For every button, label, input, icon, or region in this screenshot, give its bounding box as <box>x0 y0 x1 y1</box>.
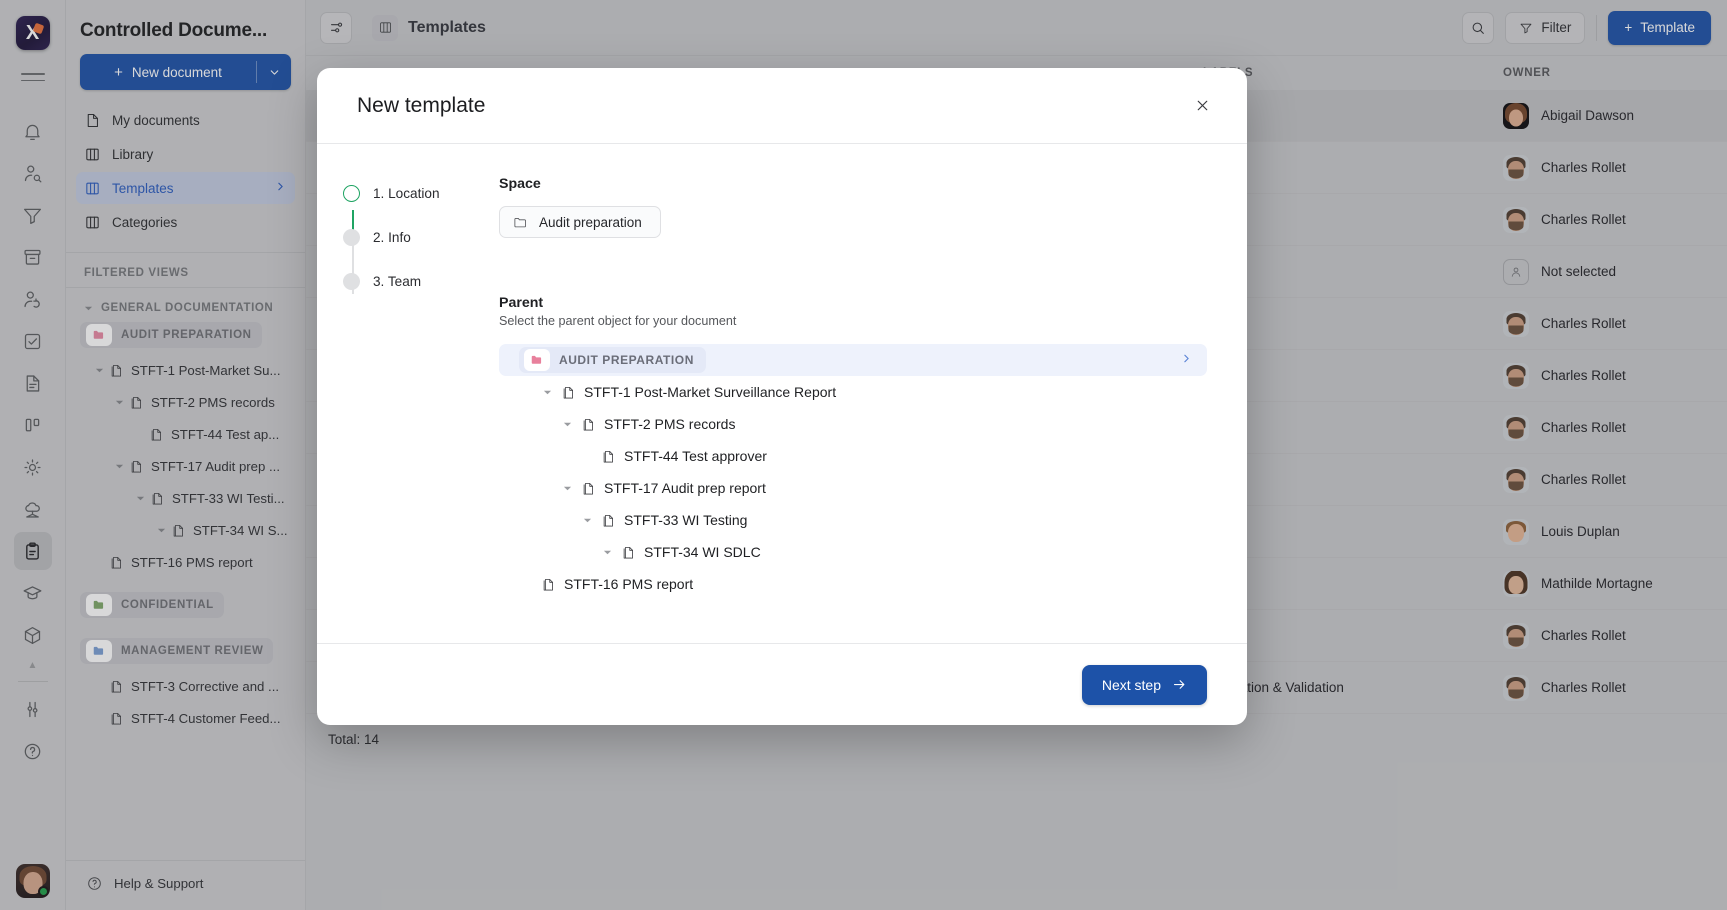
document-icon <box>597 449 619 464</box>
parent-tree-item-label: STFT-16 PMS report <box>564 576 693 592</box>
dialog-body: 1. Location 2. Info 3. Team Space Au <box>317 144 1247 643</box>
parent-tree-item[interactable]: STFT-17 Audit prep report <box>499 472 1207 504</box>
document-icon <box>577 481 599 496</box>
step-label: 2. Info <box>373 230 411 245</box>
document-icon <box>597 513 619 528</box>
document-icon <box>577 417 599 432</box>
step-dot <box>343 185 360 202</box>
parent-tree-item-label: STFT-44 Test approver <box>624 448 767 464</box>
caret-down-icon[interactable] <box>577 516 597 525</box>
step-dot <box>343 229 360 246</box>
caret-down-icon[interactable] <box>557 484 577 493</box>
parent-tree-item[interactable]: STFT-33 WI Testing <box>499 504 1207 536</box>
new-template-dialog: New template 1. Location 2. Info <box>317 68 1247 725</box>
next-step-label: Next step <box>1102 677 1161 693</box>
step-location[interactable]: 1. Location <box>343 176 499 210</box>
dialog-fields: Space Audit preparation Parent Select th… <box>499 176 1247 643</box>
dialog-title: New template <box>357 94 485 118</box>
parent-tree: AUDIT PREPARATION STFT-1 Post-Market Sur… <box>499 344 1207 600</box>
parent-tree-item[interactable]: STFT-16 PMS report <box>499 568 1207 600</box>
step-label: 1. Location <box>373 186 440 201</box>
chevron-right-icon[interactable] <box>1180 352 1193 368</box>
document-icon <box>557 385 579 400</box>
parent-label: Parent <box>499 295 1207 311</box>
space-selector[interactable]: Audit preparation <box>499 206 661 238</box>
parent-tree-item[interactable]: STFT-2 PMS records <box>499 408 1207 440</box>
app-root: X <box>0 0 1727 910</box>
caret-down-icon[interactable] <box>557 420 577 429</box>
step-indicator: 1. Location 2. Info 3. Team <box>317 176 499 643</box>
caret-down-icon[interactable] <box>537 388 557 397</box>
folder-icon <box>524 349 550 371</box>
parent-tree-group-row[interactable]: AUDIT PREPARATION <box>499 344 1207 376</box>
document-icon <box>537 577 559 592</box>
space-label: Space <box>499 176 1207 192</box>
step-team[interactable]: 3. Team <box>343 264 499 298</box>
parent-tree-item-label: STFT-33 WI Testing <box>624 512 747 528</box>
parent-tree-item-label: STFT-34 WI SDLC <box>644 544 761 560</box>
parent-tree-item-label: STFT-1 Post-Market Surveillance Report <box>584 384 836 400</box>
folder-icon <box>513 215 528 230</box>
parent-tree-item[interactable]: STFT-44 Test approver <box>499 440 1207 472</box>
arrow-right-icon <box>1172 677 1187 692</box>
step-dot <box>343 273 360 290</box>
parent-tree-item[interactable]: STFT-1 Post-Market Surveillance Report <box>499 376 1207 408</box>
parent-tree-item-label: STFT-2 PMS records <box>604 416 735 432</box>
parent-section: Parent Select the parent object for your… <box>499 295 1207 600</box>
parent-tree-item-label: STFT-17 Audit prep report <box>604 480 766 496</box>
step-label: 3. Team <box>373 274 421 289</box>
step-info[interactable]: 2. Info <box>343 220 499 254</box>
group-chip-audit-preparation: AUDIT PREPARATION <box>519 347 706 373</box>
parent-hint: Select the parent object for your docume… <box>499 314 1207 328</box>
caret-down-icon[interactable] <box>597 548 617 557</box>
group-label: AUDIT PREPARATION <box>559 353 694 367</box>
dialog-header: New template <box>317 68 1247 144</box>
close-icon[interactable] <box>1187 91 1217 121</box>
document-icon <box>617 545 639 560</box>
next-step-button[interactable]: Next step <box>1082 665 1207 705</box>
dialog-footer: Next step <box>317 643 1247 725</box>
parent-tree-item[interactable]: STFT-34 WI SDLC <box>499 536 1207 568</box>
space-value: Audit preparation <box>539 215 642 230</box>
